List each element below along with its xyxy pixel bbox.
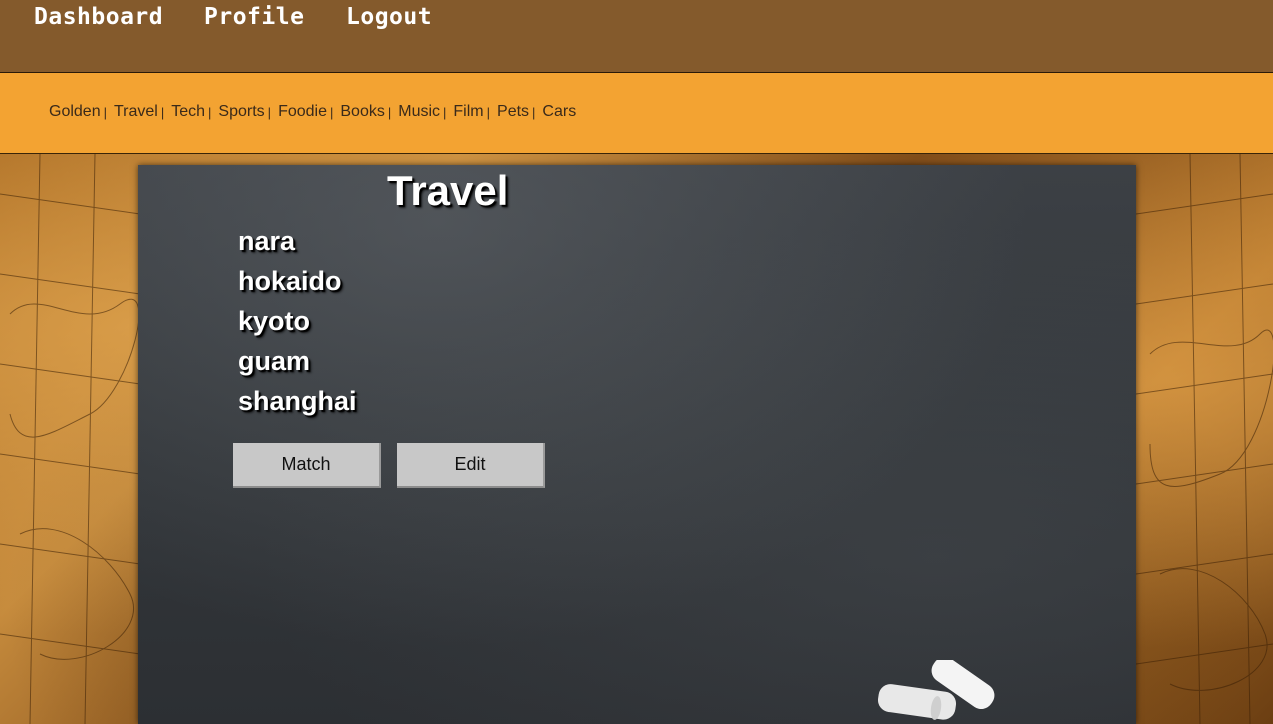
category-separator: | [387, 104, 392, 120]
place-list: nara hokaido kyoto guam shanghai [238, 221, 357, 421]
category-golden[interactable]: Golden [49, 103, 101, 121]
category-pets[interactable]: Pets [497, 103, 529, 121]
category-list: Golden | Travel | Tech | Sports | Foodie | Bo… [49, 103, 576, 121]
nav-logout-link[interactable]: Logout [346, 4, 432, 30]
category-sports[interactable]: Sports [218, 103, 264, 121]
nav-dashboard-link[interactable]: Dashboard [34, 4, 163, 30]
category-film[interactable]: Film [453, 103, 483, 121]
list-item: kyoto [238, 306, 311, 336]
category-separator: | [329, 104, 334, 120]
category-separator: | [532, 104, 536, 120]
list-item: shanghai [238, 386, 357, 416]
category-separator: | [208, 104, 212, 120]
category-foodie[interactable]: Foodie [278, 103, 327, 121]
chalkboard-panel: Travel nara hokaido kyoto guam shanghai … [138, 165, 1136, 724]
category-books[interactable]: Books [340, 103, 384, 121]
category-bar: Golden | Travel | Tech | Sports | Foodie | Bo… [0, 73, 1273, 154]
category-separator: | [443, 104, 447, 120]
edit-button[interactable]: Edit [397, 443, 545, 488]
category-separator: | [103, 104, 107, 120]
match-button[interactable]: Match [233, 443, 381, 488]
category-separator: | [160, 104, 165, 120]
category-travel[interactable]: Travel [114, 103, 158, 121]
category-music[interactable]: Music [398, 103, 440, 121]
category-separator: | [267, 104, 272, 120]
list-item: hokaido [238, 266, 342, 296]
chalk-icon [878, 660, 995, 720]
board-title: Travel [387, 167, 509, 214]
list-item: nara [238, 226, 296, 256]
top-nav: Dashboard Profile Logout [0, 0, 1273, 73]
list-item: guam [238, 346, 311, 376]
category-cars[interactable]: Cars [542, 103, 576, 121]
category-tech[interactable]: Tech [171, 103, 205, 121]
nav-profile-link[interactable]: Profile [204, 4, 304, 30]
category-separator: | [486, 104, 491, 120]
